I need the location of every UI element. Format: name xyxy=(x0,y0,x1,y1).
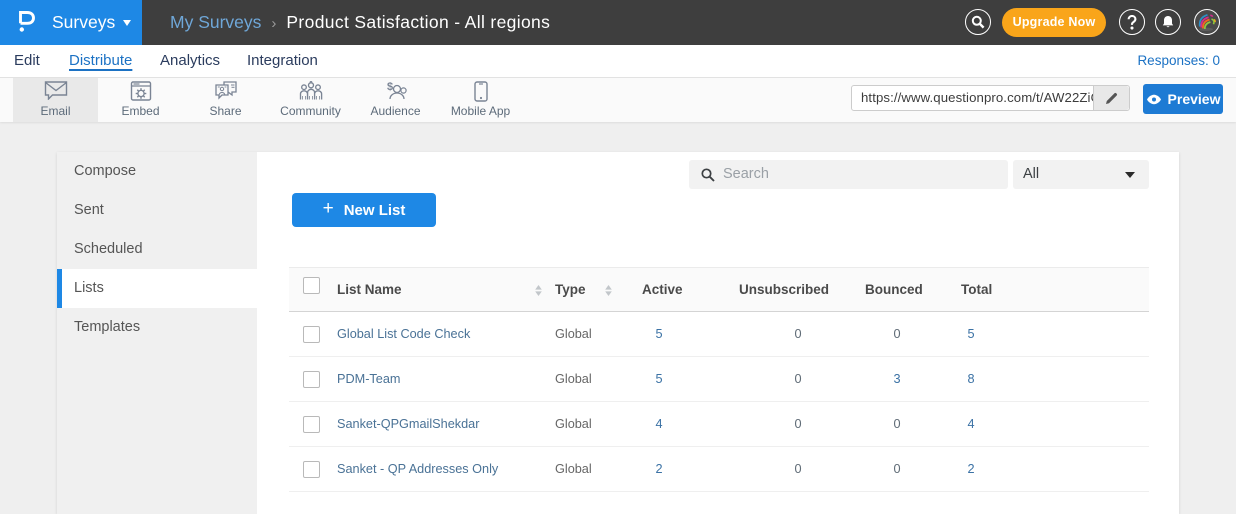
svg-text:$: $ xyxy=(387,81,393,93)
